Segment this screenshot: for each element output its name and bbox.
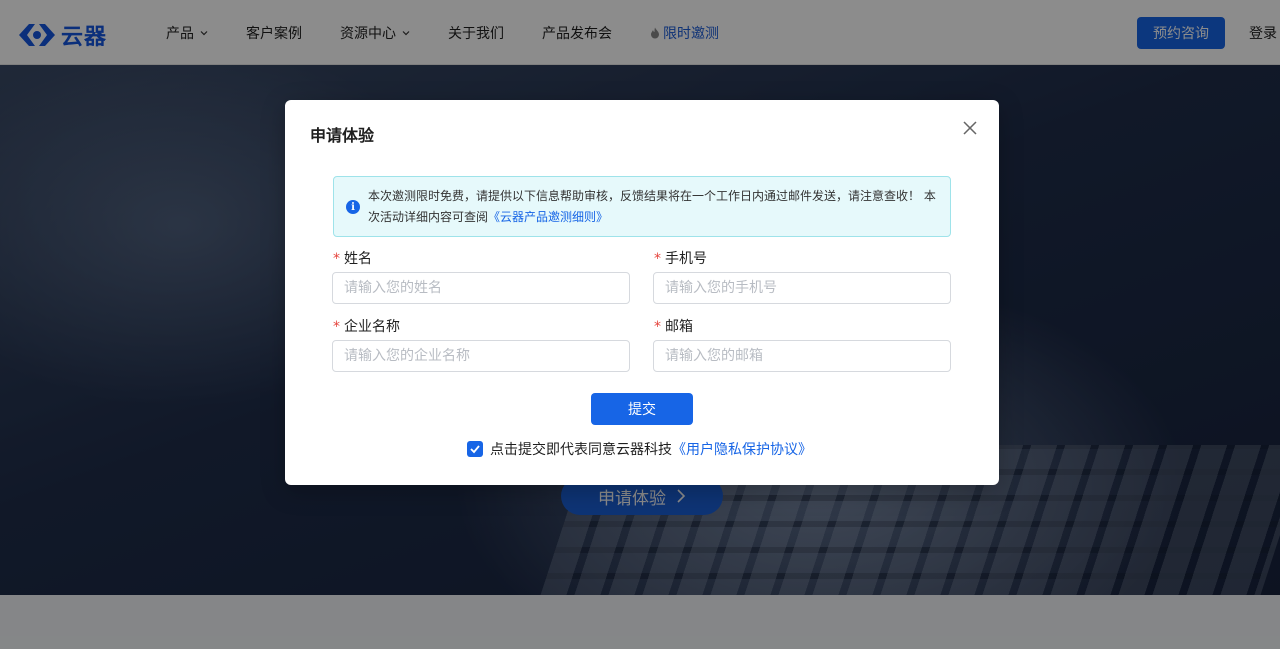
phone-label-text: 手机号: [665, 251, 707, 267]
name-label-text: 姓名: [344, 251, 372, 267]
agreement-row: 点击提交即代表同意云器科技《用户隐私保护协议》: [467, 439, 812, 459]
company-label-text: 企业名称: [344, 319, 400, 335]
info-icon: i: [346, 200, 360, 214]
required-mark: *: [333, 251, 340, 267]
modal-title: 申请体验: [310, 126, 375, 145]
privacy-policy-link[interactable]: 《用户隐私保护协议》: [672, 442, 812, 458]
name-input[interactable]: [332, 272, 630, 304]
phone-input[interactable]: [653, 272, 951, 304]
company-label: * 企业名称: [333, 316, 400, 336]
email-label-text: 邮箱: [665, 319, 693, 335]
email-input[interactable]: [653, 340, 951, 372]
email-label: * 邮箱: [654, 316, 693, 336]
company-input[interactable]: [332, 340, 630, 372]
required-mark: *: [654, 251, 661, 267]
submit-button[interactable]: 提交: [591, 393, 693, 425]
name-label: * 姓名: [333, 248, 372, 268]
close-icon[interactable]: [961, 119, 979, 137]
apply-modal: 申请体验 i 本次邀测限时免费，请提供以下信息帮助审核，反馈结果将在一个工作日内…: [285, 100, 999, 485]
required-mark: *: [654, 319, 661, 335]
phone-label: * 手机号: [654, 248, 707, 268]
notice-rules-link[interactable]: 《云器产品邀测细则》: [488, 210, 608, 224]
agreement-body: 点击提交即代表同意云器科技: [490, 442, 672, 458]
notice-text: 本次邀测限时免费，请提供以下信息帮助审核，反馈结果将在一个工作日内通过邮件发送，…: [368, 186, 938, 228]
notice-banner: i 本次邀测限时免费，请提供以下信息帮助审核，反馈结果将在一个工作日内通过邮件发…: [333, 176, 951, 237]
required-mark: *: [333, 319, 340, 335]
notice-body: 本次邀测限时免费，请提供以下信息帮助审核，反馈结果将在一个工作日内通过邮件发送，…: [368, 189, 936, 224]
check-icon: [470, 445, 480, 454]
agreement-text: 点击提交即代表同意云器科技《用户隐私保护协议》: [490, 439, 812, 459]
agreement-checkbox[interactable]: [467, 441, 483, 457]
